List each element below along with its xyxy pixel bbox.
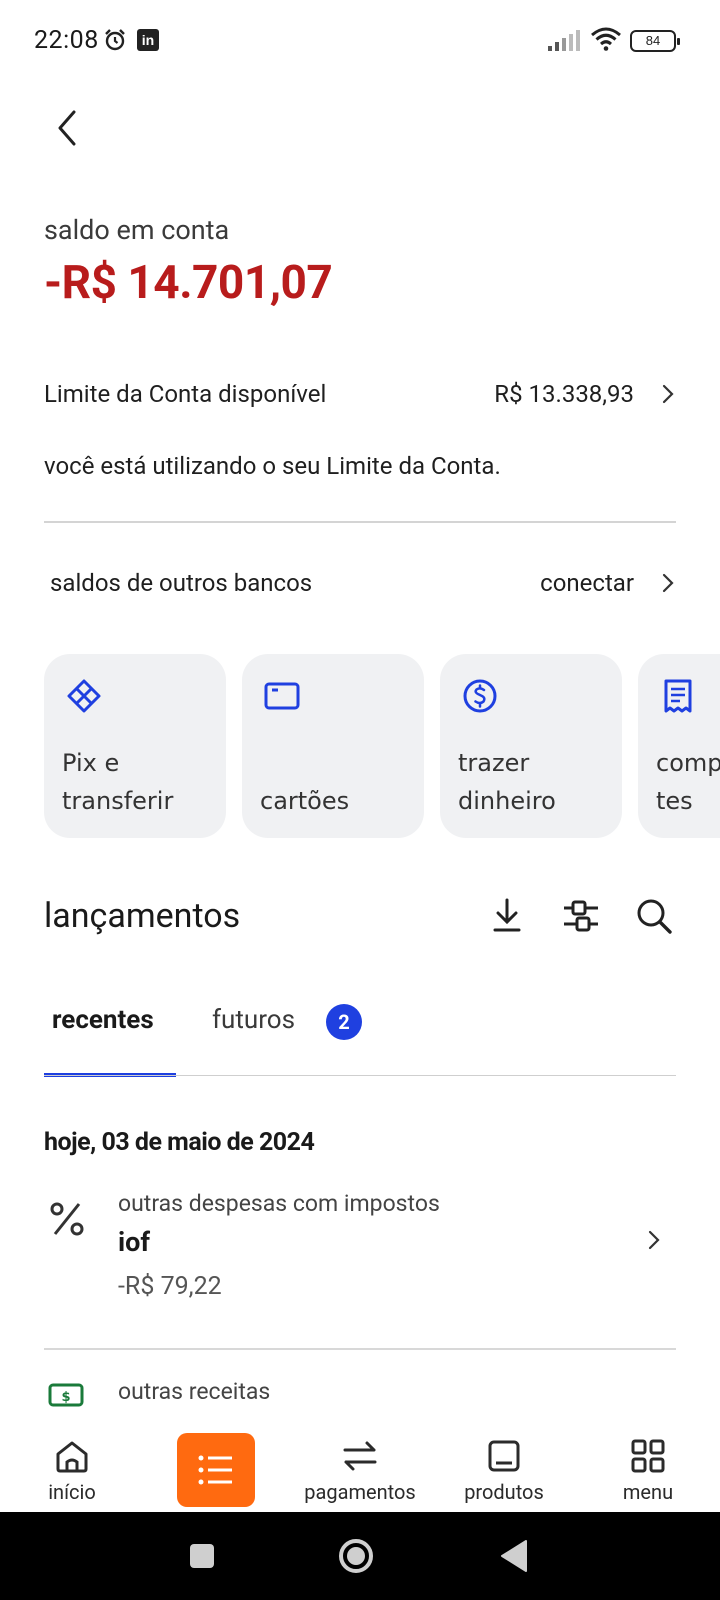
quick-actions: Pix e transferir cartões trazer dinheiro… (44, 654, 720, 838)
connect-link[interactable]: conectar (540, 569, 634, 597)
future-count-badge: 2 (326, 1004, 362, 1040)
transaction-amount: -R$ 79,22 (118, 1272, 222, 1301)
home-button[interactable] (336, 1536, 376, 1576)
percent-icon (50, 1202, 84, 1236)
battery-icon: 84 (630, 30, 680, 52)
limit-value: R$ 13.338,93 (494, 380, 634, 408)
date-header: hoje, 03 de maio de 2024 (44, 1128, 315, 1157)
back-button[interactable] (46, 104, 90, 152)
svg-text:$: $ (61, 1390, 70, 1405)
limit-label: Limite da Conta disponível (44, 380, 327, 408)
account-limit-row[interactable]: Limite da Conta disponível R$ 13.338,93 (44, 370, 676, 418)
transaction-category: outras receitas (118, 1378, 271, 1405)
receipt-icon (664, 679, 692, 713)
quick-action-cards[interactable]: cartões (242, 654, 424, 838)
nav-label: pagamentos (304, 1480, 416, 1504)
nav-payments[interactable]: pagamentos (295, 1420, 425, 1512)
other-banks-row[interactable]: saldos de outros bancos conectar (44, 559, 676, 607)
transfer-arrows-icon (343, 1441, 377, 1471)
quick-action-label: trazer dinheiro (458, 749, 556, 815)
transaction-category: outras despesas com impostos (118, 1190, 440, 1217)
system-navigation-bar (0, 1512, 720, 1600)
filter-icon[interactable] (561, 896, 601, 936)
nav-menu[interactable]: menu (583, 1420, 713, 1512)
quick-action-receipts[interactable]: comp tes (638, 654, 720, 838)
status-time: 22:08 (34, 26, 99, 55)
system-back-button[interactable] (498, 1538, 530, 1574)
alarm-icon (105, 29, 125, 51)
transaction-name: iof (118, 1226, 151, 1258)
wifi-icon (591, 27, 621, 51)
divider (44, 1348, 676, 1350)
nav-home[interactable]: início (7, 1420, 137, 1512)
transaction-item[interactable]: $ outras receitas (0, 1378, 720, 1420)
other-banks-label: saldos de outros bancos (50, 569, 313, 597)
divider (44, 521, 676, 523)
grid-icon (631, 1439, 665, 1473)
quick-action-label: cartões (260, 787, 350, 815)
nav-products[interactable]: produtos (439, 1420, 569, 1512)
cash-icon: $ (48, 1383, 84, 1407)
card-icon (264, 682, 300, 710)
transaction-item[interactable]: outras despesas com impostos iof -R$ 79,… (0, 1190, 720, 1320)
dollar-coin-icon (463, 679, 497, 713)
download-icon[interactable] (487, 896, 527, 936)
balance-value: -R$ 14.701,07 (44, 256, 333, 310)
list-icon (198, 1455, 232, 1485)
quick-action-label: comp tes (656, 749, 720, 815)
quick-action-bring-money[interactable]: trazer dinheiro (440, 654, 622, 838)
nav-label: início (48, 1480, 96, 1504)
balance-label: saldo em conta (44, 214, 230, 246)
limit-warning: você está utilizando o seu Limite da Con… (44, 452, 501, 480)
device-icon (488, 1440, 520, 1472)
quick-action-pix[interactable]: Pix e transferir (44, 654, 226, 838)
status-bar: 22:08 in 84 (0, 0, 720, 80)
quick-action-label: Pix e transferir (62, 749, 174, 815)
signal-icon (548, 30, 580, 51)
nav-label: menu (622, 1480, 674, 1504)
tabs-divider (44, 1075, 676, 1076)
home-icon (56, 1441, 88, 1473)
pix-icon (67, 679, 101, 713)
tab-recent[interactable]: recentes (52, 1005, 154, 1035)
recents-button[interactable] (188, 1542, 216, 1570)
chevron-right-icon (648, 1230, 660, 1250)
chevron-right-icon (662, 384, 674, 404)
bottom-navigation: início pagamentos produtos menu (0, 1420, 720, 1512)
linkedin-icon: in (137, 29, 159, 51)
nav-label: produtos (464, 1480, 544, 1504)
tab-future[interactable]: futuros (212, 1005, 295, 1035)
search-icon[interactable] (634, 896, 674, 936)
chevron-right-icon (662, 573, 674, 593)
transactions-title: lançamentos (44, 896, 241, 936)
